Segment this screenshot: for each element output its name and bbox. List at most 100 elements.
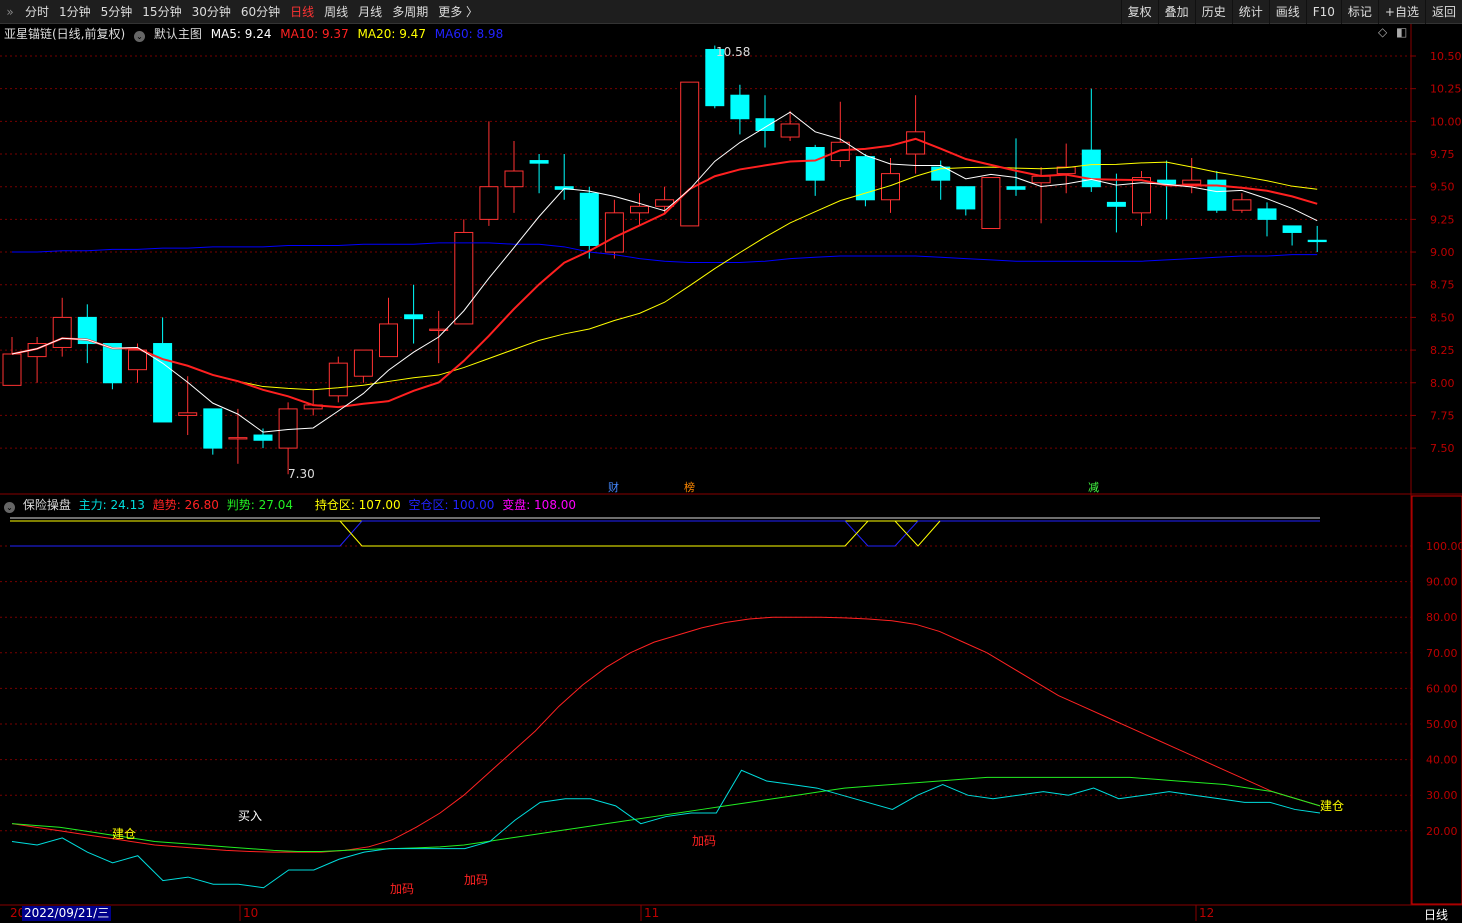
candle-up — [353, 349, 373, 377]
candle-down — [1106, 201, 1126, 207]
candle-up — [52, 316, 72, 348]
diamond-icon[interactable]: ◇ — [1378, 25, 1387, 39]
ma10-value: MA10: 9.37 — [280, 27, 349, 41]
zhuli-value: 主力: 24.13 — [78, 498, 145, 512]
candle-up — [906, 131, 926, 155]
indicator-tick-label: 60.00 — [1426, 682, 1458, 695]
kongcang-value: 空仓区: 100.00 — [408, 498, 495, 512]
signal-label: 建仓 — [1320, 799, 1344, 813]
month-label: 12 — [1199, 906, 1214, 920]
price-tick-label: 9.25 — [1430, 213, 1455, 226]
panel-toggle-icon[interactable]: ◧ — [1396, 25, 1407, 39]
candle-up — [680, 81, 700, 227]
month-label: 11 — [644, 906, 659, 920]
price-tick-label: 10.50 — [1430, 50, 1462, 63]
chevron-down-icon[interactable]: ⌄ — [4, 502, 15, 513]
candle-up — [1182, 179, 1202, 185]
price-tick-label: 8.00 — [1430, 377, 1455, 390]
price-tick-label: 8.75 — [1430, 279, 1455, 292]
candle-up — [830, 141, 850, 162]
template-selector[interactable]: 默认主图 — [154, 27, 202, 41]
signal-label: 买入 — [238, 809, 262, 823]
indicator-tick-label: 20.00 — [1426, 825, 1458, 838]
price-tick-label: 7.50 — [1430, 442, 1455, 455]
candle-down — [404, 314, 424, 320]
indicator-tick-label: 90.00 — [1426, 576, 1458, 589]
candle-up — [780, 123, 800, 138]
bianpan-value: 变盘: 108.00 — [502, 498, 577, 512]
price-tick-label: 8.25 — [1430, 344, 1455, 357]
indicator-tick-label: 40.00 — [1426, 754, 1458, 767]
month-label: 10 — [243, 906, 258, 920]
candle-up — [604, 212, 624, 253]
candle-up — [178, 412, 198, 416]
event-marker: 财 — [608, 480, 619, 494]
chevron-down-icon[interactable]: ⌄ — [134, 31, 146, 42]
indicator-tick-label: 30.00 — [1426, 789, 1458, 802]
indicator-tick-label: 70.00 — [1426, 647, 1458, 660]
indicator-axis-frame — [1411, 495, 1462, 905]
candle-up — [128, 349, 147, 371]
candle-down — [1307, 239, 1327, 243]
series-zhuli-line — [11, 769, 1321, 889]
indicator-tick-label: 50.00 — [1426, 718, 1458, 731]
candle-down — [529, 160, 549, 164]
candle-up — [328, 362, 348, 397]
candle-down — [730, 94, 750, 120]
ma10-line — [11, 137, 1318, 409]
candle-up — [1232, 199, 1252, 211]
price-tick-label: 8.50 — [1430, 311, 1455, 324]
candle-down — [102, 343, 122, 384]
chicang-line — [339, 520, 941, 547]
signal-label: 加码 — [692, 834, 716, 848]
chicang-value: 持仓区: 107.00 — [314, 498, 401, 512]
candle-down — [253, 434, 273, 441]
event-marker: 榜 — [684, 480, 695, 494]
candle-up — [981, 177, 1001, 230]
cursor-date: 2022/09/21/三 — [22, 906, 112, 921]
candle-up — [881, 173, 900, 201]
panshi-value: 判势: 27.04 — [226, 498, 293, 512]
ma60-line — [12, 242, 1318, 264]
candle-up — [379, 323, 398, 358]
qushi-value: 趋势: 26.80 — [152, 498, 219, 512]
high-price-label: 10.58 — [716, 45, 750, 59]
ma20-value: MA20: 9.47 — [357, 27, 426, 41]
candle-down — [1257, 208, 1277, 220]
indicator-tick-label: 80.00 — [1426, 611, 1458, 624]
candle-up — [1031, 175, 1051, 184]
candle-up — [228, 437, 248, 440]
ma60-value: MA60: 8.98 — [434, 27, 504, 41]
candle-up — [630, 205, 649, 214]
candle-up — [479, 186, 499, 220]
candle-down — [153, 343, 173, 423]
signal-label: 加码 — [464, 873, 488, 887]
candle-up — [2, 353, 22, 386]
candle-down — [579, 192, 599, 247]
signal-label: 加码 — [390, 882, 414, 896]
indicator-tick-label: 100.00 — [1426, 540, 1462, 553]
period-label: 日线 — [1423, 908, 1448, 922]
candle-down — [1006, 186, 1026, 190]
ma5-line — [11, 111, 1318, 433]
candle-down — [755, 118, 775, 131]
signal-label: 建仓 — [112, 827, 136, 841]
stock-title: 亚星锚链(日线,前复权) — [4, 27, 126, 41]
ma5-value: MA5: 9.24 — [210, 27, 272, 41]
price-tick-label: 9.50 — [1430, 181, 1455, 194]
low-price-label: 7.30 — [288, 467, 315, 481]
candle-down — [203, 408, 223, 449]
price-tick-label: 10.25 — [1430, 83, 1462, 96]
indicator-name[interactable]: 保险操盘 — [23, 498, 71, 512]
candle-down — [805, 146, 825, 181]
price-tick-label: 7.75 — [1430, 409, 1455, 422]
price-tick-label: 9.00 — [1430, 246, 1455, 259]
event-marker: 减 — [1088, 481, 1099, 494]
price-tick-label: 10.00 — [1430, 115, 1462, 128]
kline-chart[interactable]: 10.50 10.25 10.00 9.75 9.50 9.25 9.00 8.75 8.50 8… — [0, 0, 1462, 921]
candle-down — [1282, 225, 1302, 233]
kongcang-line — [10, 520, 1320, 547]
candle-up — [504, 170, 524, 188]
candle-up — [278, 408, 298, 449]
price-tick-label: 9.75 — [1430, 148, 1455, 161]
